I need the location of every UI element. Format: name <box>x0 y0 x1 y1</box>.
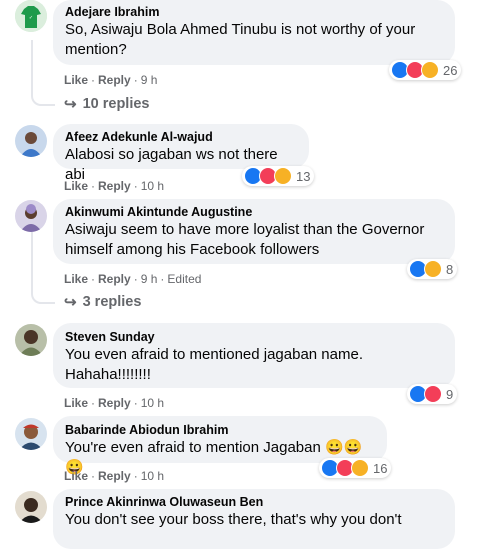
comment-text: You don't see your boss there, that's wh… <box>65 511 402 528</box>
love-reaction-icon <box>424 385 442 403</box>
separator-dot: · <box>91 469 96 483</box>
comment-bubble: Babarinde Abiodun Ibrahim You're even af… <box>53 416 387 476</box>
comment-actions: Like · Reply · 10 h <box>64 179 164 193</box>
haha-reaction-icon <box>424 260 442 278</box>
reply-button[interactable]: Reply <box>98 179 131 193</box>
comment-author[interactable]: Prince Akinrinwa Oluwaseun Ben <box>65 494 443 510</box>
svg-text:✓: ✓ <box>29 15 33 21</box>
reaction-summary[interactable]: 16 <box>319 458 392 478</box>
comment-bubble: Prince Akinrinwa Oluwaseun Ben You don't… <box>53 489 455 549</box>
reply-button[interactable]: Reply <box>98 272 131 286</box>
comment-author[interactable]: Afeez Adekunle Al-wajud <box>65 129 297 145</box>
haha-reaction-icon <box>274 167 292 185</box>
avatar[interactable] <box>15 324 47 356</box>
comment-time[interactable]: 9 h <box>141 272 158 286</box>
comment-bubble: Akinwumi Akintunde Augustine Asiwaju see… <box>53 199 455 264</box>
avatar[interactable]: ✓ <box>15 0 47 32</box>
reply-arrow-icon: ↪ <box>64 294 77 311</box>
comment-bubble: Adejare Ibrahim So, Asiwaju Bola Ahmed T… <box>53 0 455 65</box>
reaction-summary[interactable]: 8 <box>407 259 458 279</box>
separator-dot: · <box>160 272 165 286</box>
comment-actions: Like · Reply · 10 h <box>64 396 164 410</box>
separator-dot: · <box>91 179 96 193</box>
comment-time[interactable]: 10 h <box>141 469 164 483</box>
comment-text: You even afraid to mentioned jagaban nam… <box>65 346 364 383</box>
avatar[interactable] <box>15 200 47 232</box>
separator-dot: · <box>91 272 96 286</box>
like-button[interactable]: Like <box>64 73 88 87</box>
haha-reaction-icon <box>421 61 439 79</box>
view-replies-button[interactable]: ↪ 10 replies <box>64 95 150 113</box>
separator-dot: · <box>91 396 96 410</box>
reply-thread-line <box>31 232 55 304</box>
reaction-count: 9 <box>446 386 454 402</box>
reply-button[interactable]: Reply <box>98 469 131 483</box>
comment-author[interactable]: Babarinde Abiodun Ibrahim <box>65 422 375 438</box>
comment-time[interactable]: 10 h <box>141 179 164 193</box>
separator-dot: · <box>91 73 96 87</box>
comment-bubble: Steven Sunday You even afraid to mention… <box>53 323 455 388</box>
separator-dot: · <box>133 73 138 87</box>
comment-time[interactable]: 10 h <box>141 396 164 410</box>
comment-actions: Like · Reply · 9 h · Edited <box>64 272 201 286</box>
replies-label: 3 replies <box>82 294 142 310</box>
separator-dot: · <box>133 396 138 410</box>
like-button[interactable]: Like <box>64 469 88 483</box>
reaction-summary[interactable]: 13 <box>242 166 315 186</box>
like-button[interactable]: Like <box>64 272 88 286</box>
comment-time[interactable]: 9 h <box>141 73 158 87</box>
reaction-count: 26 <box>443 62 458 78</box>
comment-text: So, Asiwaju Bola Ahmed Tinubu is not wor… <box>65 21 416 58</box>
reaction-summary[interactable]: 26 <box>389 60 462 80</box>
like-button[interactable]: Like <box>64 179 88 193</box>
reaction-summary[interactable]: 9 <box>407 384 458 404</box>
reaction-count: 8 <box>446 261 454 277</box>
like-button[interactable]: Like <box>64 396 88 410</box>
view-replies-button[interactable]: ↪ 3 replies <box>64 293 141 311</box>
separator-dot: · <box>133 469 138 483</box>
reply-button[interactable]: Reply <box>98 73 131 87</box>
comment-author[interactable]: Adejare Ibrahim <box>65 4 443 20</box>
avatar[interactable] <box>15 491 47 523</box>
comment-author[interactable]: Akinwumi Akintunde Augustine <box>65 204 443 220</box>
comment-bubble: Afeez Adekunle Al-wajud Alabosi so jagab… <box>53 124 309 183</box>
reaction-count: 16 <box>373 460 388 476</box>
edited-label: Edited <box>167 272 202 286</box>
reaction-count: 13 <box>296 168 311 184</box>
comment-actions: Like · Reply · 9 h <box>64 73 157 87</box>
comment-author[interactable]: Steven Sunday <box>65 329 443 345</box>
haha-reaction-icon <box>351 459 369 477</box>
reply-arrow-icon: ↪ <box>64 96 77 113</box>
avatar[interactable] <box>15 125 47 157</box>
reply-thread-line <box>31 40 55 106</box>
separator-dot: · <box>133 179 138 193</box>
reply-button[interactable]: Reply <box>98 396 131 410</box>
comment-text: Asiwaju seem to have more loyalist than … <box>65 221 425 258</box>
avatar[interactable] <box>15 418 47 450</box>
separator-dot: · <box>133 272 138 286</box>
comment-actions: Like · Reply · 10 h <box>64 469 164 483</box>
replies-label: 10 replies <box>82 96 150 112</box>
